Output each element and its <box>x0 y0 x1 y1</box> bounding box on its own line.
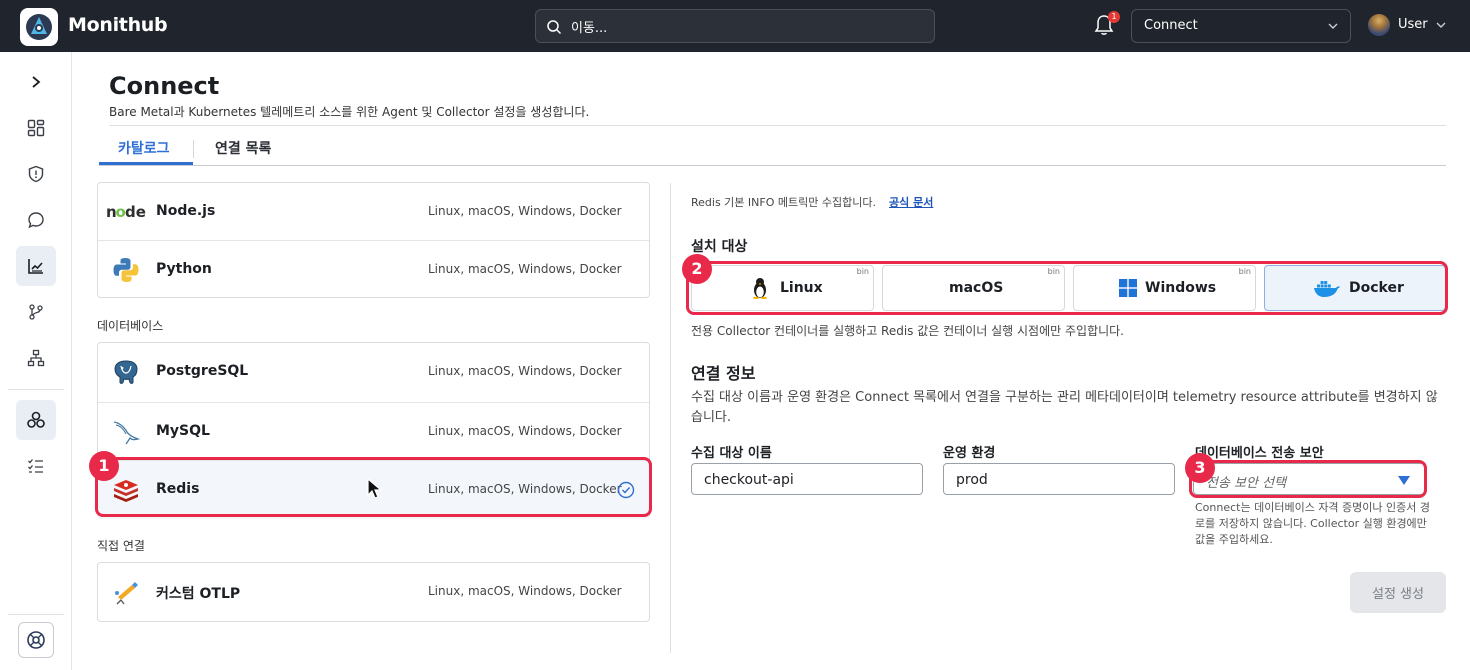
top-bar: Monithub 이동... 1 Connect User <box>0 0 1470 52</box>
topology-icon <box>27 349 45 367</box>
dashboard-icon <box>27 119 45 137</box>
transport-security-help: Connect는 데이터베이스 자격 증명이나 인증서 경로를 저장하지 않습니… <box>1195 501 1431 546</box>
mysql-icon <box>113 421 140 445</box>
target-name-value: checkout-api <box>704 472 794 488</box>
environment-value: prod <box>956 472 988 488</box>
docs-link[interactable]: 공식 문서 <box>889 194 933 210</box>
avatar <box>1368 14 1390 36</box>
panel-divider <box>670 183 671 653</box>
header-divider <box>109 125 1446 126</box>
tab-catalog[interactable]: 카탈로그 <box>118 138 170 158</box>
help-circle-icon <box>27 631 45 649</box>
step-badge: 3 <box>1185 453 1215 483</box>
section-label-direct: 직접 연결 <box>97 539 145 553</box>
section-label-database: 데이터베이스 <box>97 319 164 333</box>
page-subtitle: Bare Metal과 Kubernetes 텔레메트리 소스를 위한 Agen… <box>109 105 590 119</box>
context-select-value: Connect <box>1144 18 1198 33</box>
catalog-item-custom-otlp[interactable]: 커스텀 OTLP Linux, macOS, Windows, Docker <box>98 563 649 621</box>
chart-icon <box>28 259 43 274</box>
chevron-right-icon <box>32 76 41 88</box>
search-icon <box>547 20 562 35</box>
target-note: 전용 Collector 컨테이너를 실행하고 Redis 값은 컨테이너 실행… <box>691 324 1125 338</box>
catalog-item-platforms: Linux, macOS, Windows, Docker <box>428 424 622 438</box>
sidebar-item-dashboard[interactable] <box>16 108 56 148</box>
catalog-item-nodejs[interactable]: n o de Node.js Linux, macOS, Windows, Do… <box>98 183 649 241</box>
tab-connections[interactable]: 연결 목록 <box>215 138 271 158</box>
target-name-input[interactable]: checkout-api <box>691 463 923 495</box>
detail-info-text: Redis 기본 INFO 메트릭만 수집합니다. <box>691 196 876 209</box>
catalog-item-name: MySQL <box>156 423 210 439</box>
catalog-item-platforms: Linux, macOS, Windows, Docker <box>428 364 622 378</box>
context-select[interactable]: Connect <box>1131 9 1351 43</box>
sidebar-bottom-button[interactable] <box>18 622 54 658</box>
chat-icon <box>28 212 44 229</box>
runtime-catalog-card: n o de Node.js Linux, macOS, Windows, Do… <box>97 182 650 298</box>
catalog-item-name: PostgreSQL <box>156 363 249 379</box>
catalog-item-platforms: Linux, macOS, Windows, Docker <box>428 584 622 598</box>
sidebar-item-security[interactable] <box>16 154 56 194</box>
install-target-heading: 설치 대상 <box>691 239 748 255</box>
sidebar-item-topology[interactable] <box>16 338 56 378</box>
catalog-item-python[interactable]: Python Linux, macOS, Windows, Docker <box>98 241 649 299</box>
sidebar-item-git[interactable] <box>16 292 56 332</box>
connection-info-description: 수집 대상 이름과 운영 환경은 Connect 목록에서 연결을 구분하는 관… <box>691 390 1438 425</box>
app-logo[interactable] <box>20 8 58 46</box>
python-icon <box>113 258 139 282</box>
generate-config-button[interactable]: 설정 생성 <box>1350 572 1446 613</box>
tabs-divider <box>99 165 1446 166</box>
brand-name: Monithub <box>68 14 168 36</box>
user-name: User <box>1398 17 1428 32</box>
nodejs-icon: n o de <box>106 203 146 221</box>
environment-input[interactable]: prod <box>943 463 1175 495</box>
logo-icon <box>26 14 52 40</box>
git-branch-icon <box>29 304 43 320</box>
sidebar-divider <box>8 614 64 615</box>
step-badge: 2 <box>682 254 712 284</box>
sidebar-expand-button[interactable] <box>16 62 56 102</box>
chevron-down-icon <box>1328 23 1338 29</box>
transport-security-label: 데이터베이스 전송 보안 <box>1195 446 1324 461</box>
shield-icon <box>28 165 44 183</box>
environment-label: 운영 환경 <box>943 446 996 461</box>
catalog-item-name: Node.js <box>156 203 216 219</box>
sidebar <box>0 52 72 670</box>
catalog-item-name: Python <box>156 261 212 277</box>
svg-text:de: de <box>125 203 146 221</box>
catalog-item-postgresql[interactable]: PostgreSQL Linux, macOS, Windows, Docker <box>98 343 649 401</box>
search-placeholder: 이동... <box>571 21 608 36</box>
postgresql-icon <box>114 360 138 384</box>
highlight-box <box>686 261 1448 315</box>
catalog-item-platforms: Linux, macOS, Windows, Docker <box>428 204 622 218</box>
page-title: Connect <box>109 72 220 100</box>
catalog-item-platforms: Linux, macOS, Windows, Docker <box>428 262 622 276</box>
step-badge: 1 <box>89 451 119 481</box>
notification-badge: 1 <box>1108 11 1120 23</box>
highlight-box <box>1189 460 1427 498</box>
checklist-icon <box>28 459 43 473</box>
sidebar-item-metrics[interactable] <box>16 246 56 286</box>
mouse-cursor-icon <box>367 478 383 499</box>
catalog-item-name: 커스텀 OTLP <box>156 586 241 602</box>
sidebar-item-checklist[interactable] <box>16 446 56 486</box>
catalog-item-mysql[interactable]: MySQL Linux, macOS, Windows, Docker <box>98 403 649 461</box>
direct-catalog-card: 커스텀 OTLP Linux, macOS, Windows, Docker <box>97 562 650 622</box>
chevron-down-icon <box>1436 22 1446 28</box>
connect-icon <box>27 411 45 428</box>
target-name-label: 수집 대상 이름 <box>691 446 772 461</box>
sidebar-item-connect[interactable] <box>16 400 56 440</box>
tab-divider <box>193 140 194 158</box>
sidebar-item-chat[interactable] <box>16 200 56 240</box>
connection-info-heading: 연결 정보 <box>691 364 756 383</box>
search-input[interactable]: 이동... <box>535 9 935 43</box>
sidebar-divider <box>8 389 64 390</box>
telescope-icon <box>115 582 138 605</box>
